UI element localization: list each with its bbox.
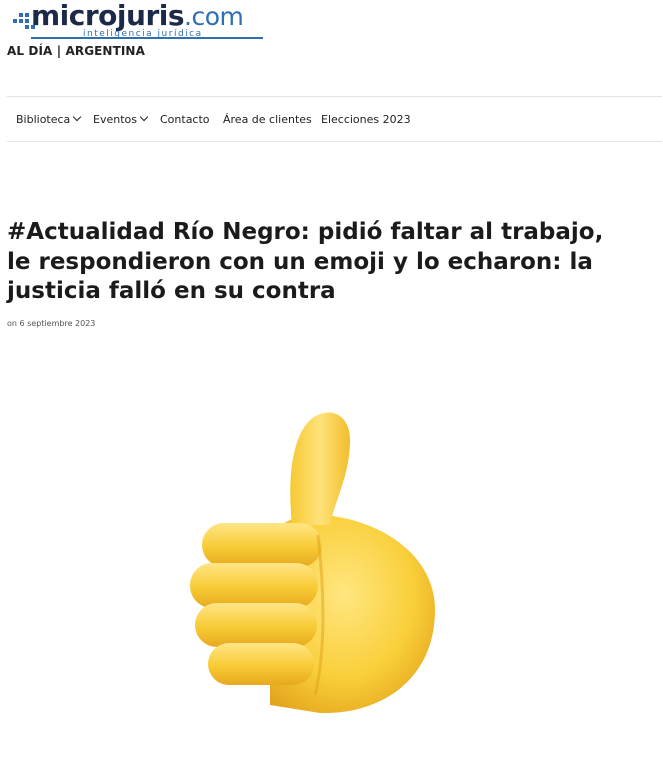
nav-label: Área de clientes xyxy=(223,113,312,126)
chevron-down-icon xyxy=(73,112,82,122)
logo-tagline: inteligencia jurídica xyxy=(83,29,203,39)
chevron-down-icon xyxy=(139,112,149,122)
logo-wordmark: microjuris.com xyxy=(31,0,244,32)
nav-item-contacto[interactable]: Contacto xyxy=(160,113,210,126)
microjuris-logo[interactable]: microjuris.com inteligencia jurídica xyxy=(13,0,263,43)
article-title: #Actualidad Río Negro: pidió faltar al t… xyxy=(7,219,604,304)
thumbs-up-emoji-icon xyxy=(150,395,470,725)
nav-item-area-clientes[interactable]: Área de clientes xyxy=(223,113,312,126)
nav-item-elecciones[interactable]: Elecciones 2023 xyxy=(321,113,411,126)
nav-item-biblioteca[interactable]: Biblioteca xyxy=(16,112,82,126)
nav-label: Eventos xyxy=(93,113,137,126)
nav-label: Contacto xyxy=(160,113,210,126)
site-header: microjuris.com inteligencia jurídica AL … xyxy=(0,0,663,95)
nav-label: Biblioteca xyxy=(16,113,71,126)
main-nav: Biblioteca Eventos Contacto Área de clie… xyxy=(7,96,662,142)
nav-label: Elecciones 2023 xyxy=(321,113,411,126)
section-tagline: AL DÍA | ARGENTINA xyxy=(7,44,145,58)
nav-item-eventos[interactable]: Eventos xyxy=(93,112,149,126)
article-date: on 6 septiembre 2023 xyxy=(7,319,96,328)
